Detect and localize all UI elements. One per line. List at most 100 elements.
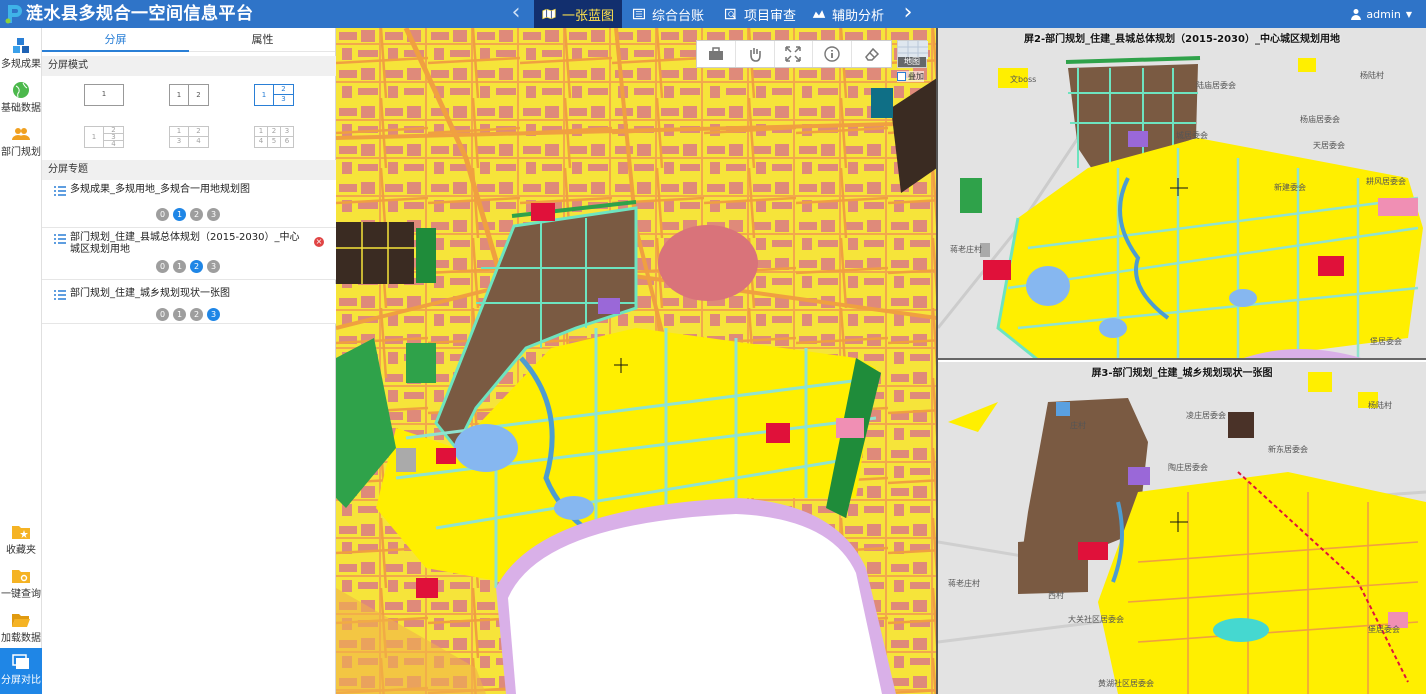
land-use-map — [336, 28, 937, 694]
chevron-down-icon: ▼ — [1405, 9, 1412, 19]
folder-search-icon — [12, 570, 30, 583]
rail-item-favorites[interactable]: 收藏夹 — [0, 518, 42, 562]
close-icon[interactable]: × — [314, 237, 324, 247]
rail-item-label: 分屏对比 — [1, 675, 41, 686]
toolbox-button[interactable] — [697, 41, 736, 67]
rail-item-load-data[interactable]: 加载数据 — [0, 606, 42, 650]
clear-button[interactable] — [852, 41, 891, 67]
split-mode-3[interactable]: 1 2 3 — [254, 84, 294, 106]
map-label: 堡居委会 — [1370, 337, 1402, 346]
page-1-button[interactable]: 1 — [173, 260, 186, 273]
users-icon — [12, 128, 30, 140]
review-icon — [724, 8, 737, 20]
list-icon — [54, 234, 66, 244]
tab-review-label: 项目审查 — [743, 8, 796, 24]
topic-item[interactable]: 部门规划_住建_城乡规划现状一张图 0 1 2 3 — [42, 284, 336, 324]
map-label: 蒋老庄村 — [950, 245, 982, 254]
map-label: 杨庙居委会 — [1300, 115, 1340, 124]
page-1-button[interactable]: 1 — [173, 308, 186, 321]
tab-review[interactable]: 项目审查 — [716, 0, 804, 28]
split-mode-header: 分屏模式 — [42, 56, 336, 76]
page-1-button[interactable]: 1 — [173, 208, 186, 221]
mode-cell: 3 — [273, 94, 294, 106]
page-3-button[interactable]: 3 — [207, 308, 220, 321]
rail-item-basic-data[interactable]: 基础数据 — [0, 76, 42, 120]
page-2-button[interactable]: 2 — [190, 260, 203, 273]
top-bar: 涟水县多规合一空间信息平台 ‹ 一张蓝图 综合台账 项目审查 辅助分析 › ad… — [0, 0, 1426, 28]
current-land-use-map — [938, 362, 1426, 694]
rail-item-split-compare[interactable]: 分屏对比 — [0, 648, 42, 694]
map-label: 堡居委会 — [1368, 625, 1400, 634]
page-2-button[interactable]: 2 — [190, 308, 203, 321]
tab-ledger-label: 综合台账 — [651, 8, 704, 24]
rail-item-quick-query[interactable]: 一键查询 — [0, 562, 42, 606]
split-mode-4a[interactable]: 1 2 3 4 — [84, 126, 124, 148]
tab-analysis[interactable]: 辅助分析 — [804, 0, 892, 28]
nav-prev-icon[interactable]: ‹ — [506, 2, 526, 26]
split-mode-1[interactable]: 1 — [84, 84, 124, 106]
page-3-button[interactable]: 3 — [207, 260, 220, 273]
topic-item[interactable]: 多规成果_多规用地_多规合一用地规划图 0 1 2 3 — [42, 180, 336, 228]
rail-item-label: 部门规划 — [1, 147, 41, 158]
tab-blueprint[interactable]: 一张蓝图 — [534, 0, 622, 28]
split-screen-icon — [12, 654, 29, 669]
mode-cell: 1 — [101, 90, 107, 98]
overlay-option[interactable]: 叠加 — [897, 71, 924, 82]
topic-title: 部门规划_住建_县城总体规划（2015-2030）_中心城区规划用地 — [70, 232, 300, 255]
map-label: 凌庄居委会 — [1186, 411, 1226, 420]
folder-star-icon — [12, 526, 30, 539]
page-0-button[interactable]: 0 — [156, 260, 169, 273]
toolbox-icon — [708, 47, 723, 60]
full-extent-button[interactable] — [775, 41, 814, 67]
map-label: 黄湖社区居委会 — [1098, 679, 1154, 688]
topic-pages: 0 1 2 3 — [156, 260, 226, 274]
map-label: 杨陆村 — [1368, 401, 1392, 410]
split-panel: 分屏 属性 分屏模式 1 1 2 1 2 3 1 2 3 4 1 2 3 4 1… — [42, 28, 378, 694]
topic-item[interactable]: 部门规划_住建_县城总体规划（2015-2030）_中心城区规划用地 × 0 1… — [42, 228, 336, 280]
tab-split[interactable]: 分屏 — [42, 28, 189, 52]
mode-cell: 5 — [267, 136, 281, 148]
rail-item-planning-results[interactable]: 多规成果 — [0, 32, 42, 76]
tab-attributes[interactable]: 属性 — [189, 28, 336, 52]
page-0-button[interactable]: 0 — [156, 208, 169, 221]
mode-cell: 1 — [254, 84, 274, 106]
split-mode-4b[interactable]: 1 2 3 4 — [169, 126, 209, 148]
page-2-button[interactable]: 2 — [190, 208, 203, 221]
overlay-label: 叠加 — [908, 72, 924, 81]
mode-cell: 3 — [169, 136, 189, 148]
mode-cell: 1 — [169, 84, 189, 106]
mode-cell: 4 — [188, 136, 209, 148]
mode-cell: 2 — [188, 84, 209, 106]
nav-next-icon[interactable]: › — [898, 2, 918, 26]
map-label: 文boss — [1010, 75, 1037, 84]
rail-item-label: 加载数据 — [1, 633, 41, 644]
rail-item-label: 一键查询 — [1, 589, 41, 600]
left-rail: 多规成果 基础数据 部门规划 收藏夹 一键查询 加载数据 分屏对比 — [0, 28, 42, 694]
rail-item-label: 收藏夹 — [6, 545, 36, 556]
overlay-checkbox[interactable] — [897, 72, 906, 81]
split-mode-6[interactable]: 1 2 3 4 5 6 — [254, 126, 294, 148]
map-label: 陶庄居委会 — [1168, 463, 1208, 472]
map-pane-2[interactable]: 屏2-部门规划_住建_县城总体规划（2015-2030）_中心城区规划用地 文b… — [938, 28, 1426, 360]
split-mode-2[interactable]: 1 2 — [169, 84, 209, 106]
page-0-button[interactable]: 0 — [156, 308, 169, 321]
logo-icon — [5, 5, 22, 24]
map-pane-3[interactable]: 屏3-部门规划_住建_城乡规划现状一张图 庄村 凌庄居委会 杨陆村 蒋老庄村 陶… — [938, 362, 1426, 694]
map-label: 陆庙居委会 — [1196, 81, 1236, 90]
list-icon — [54, 186, 66, 196]
rail-item-department-planning[interactable]: 部门规划 — [0, 120, 42, 164]
basemap-switch[interactable]: 地图 — [897, 40, 928, 68]
tab-blueprint-label: 一张蓝图 — [561, 8, 614, 24]
info-button[interactable] — [813, 41, 853, 67]
topic-pages: 0 1 2 3 — [156, 208, 226, 222]
tab-analysis-label: 辅助分析 — [831, 8, 884, 24]
panel-tabs: 分屏 属性 — [42, 28, 335, 52]
tab-ledger[interactable]: 综合台账 — [624, 0, 712, 28]
map-label: 杨陆村 — [1360, 71, 1384, 80]
page-3-button[interactable]: 3 — [207, 208, 220, 221]
ledger-icon — [632, 8, 646, 20]
map-pane-main[interactable]: 地图 叠加 — [336, 28, 937, 694]
pan-button[interactable] — [736, 41, 775, 67]
user-menu[interactable]: admin ▼ — [1350, 0, 1412, 28]
map-label: 耕风居委会 — [1366, 177, 1406, 186]
